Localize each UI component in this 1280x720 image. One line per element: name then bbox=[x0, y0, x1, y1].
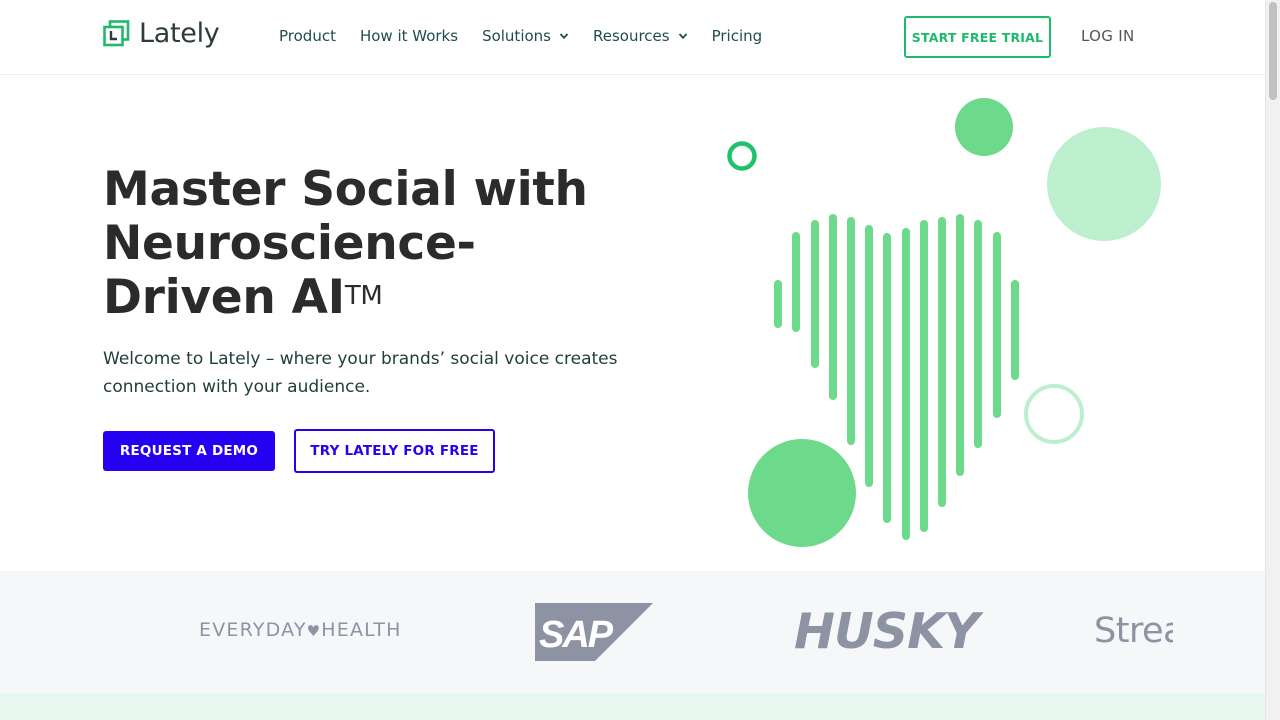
nav-label: Resources bbox=[592, 27, 670, 45]
nav-label: Product bbox=[279, 27, 336, 45]
soundwave-bar bbox=[974, 220, 982, 448]
start-free-trial-button[interactable]: START FREE TRIAL bbox=[904, 16, 1051, 58]
strea-logo-text: Strea bbox=[1094, 611, 1173, 651]
soundwave-bar bbox=[1011, 280, 1019, 380]
soundwave-bar bbox=[811, 220, 819, 368]
everyday-text: EVERYDAY bbox=[199, 619, 307, 641]
ring-light-green bbox=[1024, 384, 1084, 444]
nav-item-how-it-works[interactable]: How it Works bbox=[360, 27, 458, 45]
ring-small-green bbox=[727, 141, 757, 171]
try-free-button[interactable]: TRY LATELY FOR FREE bbox=[294, 429, 495, 473]
nav-label: Pricing bbox=[711, 27, 763, 45]
soundwave-bar bbox=[920, 220, 928, 532]
sap-logo-text: SAP bbox=[539, 614, 614, 656]
site-header: Lately Product How it Works Solutions Re… bbox=[0, 0, 1265, 75]
chevron-down-icon bbox=[559, 33, 569, 40]
hero-title-line1: Master Social with bbox=[103, 162, 588, 217]
customer-logos-strip: EVERYDAY♥HEALTH SAP HUSKY Strea bbox=[0, 571, 1265, 693]
circle-bottom-green bbox=[748, 439, 856, 547]
lately-logo-icon bbox=[103, 20, 130, 47]
hero-illustration bbox=[727, 98, 1161, 547]
login-link[interactable]: LOG IN bbox=[1081, 27, 1134, 45]
soundwave-bar bbox=[956, 214, 964, 476]
next-section-band bbox=[0, 693, 1265, 720]
health-text: HEALTH bbox=[321, 619, 402, 641]
chevron-down-icon bbox=[678, 33, 687, 40]
soundwave-bar bbox=[792, 232, 800, 332]
hero-title-line3: Driven AI bbox=[103, 270, 345, 325]
hero-title-line2: Neuroscience- bbox=[103, 216, 476, 271]
main-nav: Product How it Works Solutions Resources… bbox=[279, 27, 786, 45]
logo-text: Lately bbox=[139, 18, 220, 49]
nav-item-solutions[interactable]: Solutions bbox=[482, 27, 569, 45]
trademark-mark: TM bbox=[344, 281, 383, 311]
soundwave-bar bbox=[865, 225, 873, 487]
soundwave-bar bbox=[829, 214, 837, 400]
soundwave-bar bbox=[847, 217, 855, 445]
request-demo-button[interactable]: REQUEST A DEMO bbox=[103, 431, 275, 471]
hero-title: Master Social with Neuroscience- Driven … bbox=[103, 163, 663, 325]
soundwave-bar bbox=[993, 232, 1001, 418]
scrollbar-thumb[interactable] bbox=[1269, 2, 1277, 100]
apple-icon: ♥ bbox=[306, 622, 322, 640]
circle-large-light bbox=[1047, 127, 1161, 241]
nav-label: How it Works bbox=[359, 27, 459, 45]
everyday-health-logo: EVERYDAY♥HEALTH bbox=[199, 619, 402, 641]
nav-item-resources[interactable]: Resources bbox=[593, 27, 688, 45]
strea-logo: Strea bbox=[1094, 609, 1173, 653]
soundwave-bar bbox=[883, 233, 891, 523]
nav-label: Solutions bbox=[482, 27, 551, 45]
nav-item-product[interactable]: Product bbox=[279, 27, 336, 45]
husky-logo: HUSKY bbox=[794, 603, 980, 660]
hero-subtitle: Welcome to Lately – where your brands’ s… bbox=[103, 349, 618, 397]
circle-top-green bbox=[955, 98, 1013, 156]
soundwave-bar bbox=[774, 280, 782, 328]
nav-item-pricing[interactable]: Pricing bbox=[712, 27, 763, 45]
sap-logo: SAP bbox=[535, 603, 653, 661]
soundwave-bar bbox=[938, 217, 946, 507]
page-scrollbar[interactable] bbox=[1265, 0, 1280, 720]
soundwave-bar bbox=[902, 228, 910, 540]
lately-logo[interactable]: Lately bbox=[103, 18, 220, 49]
